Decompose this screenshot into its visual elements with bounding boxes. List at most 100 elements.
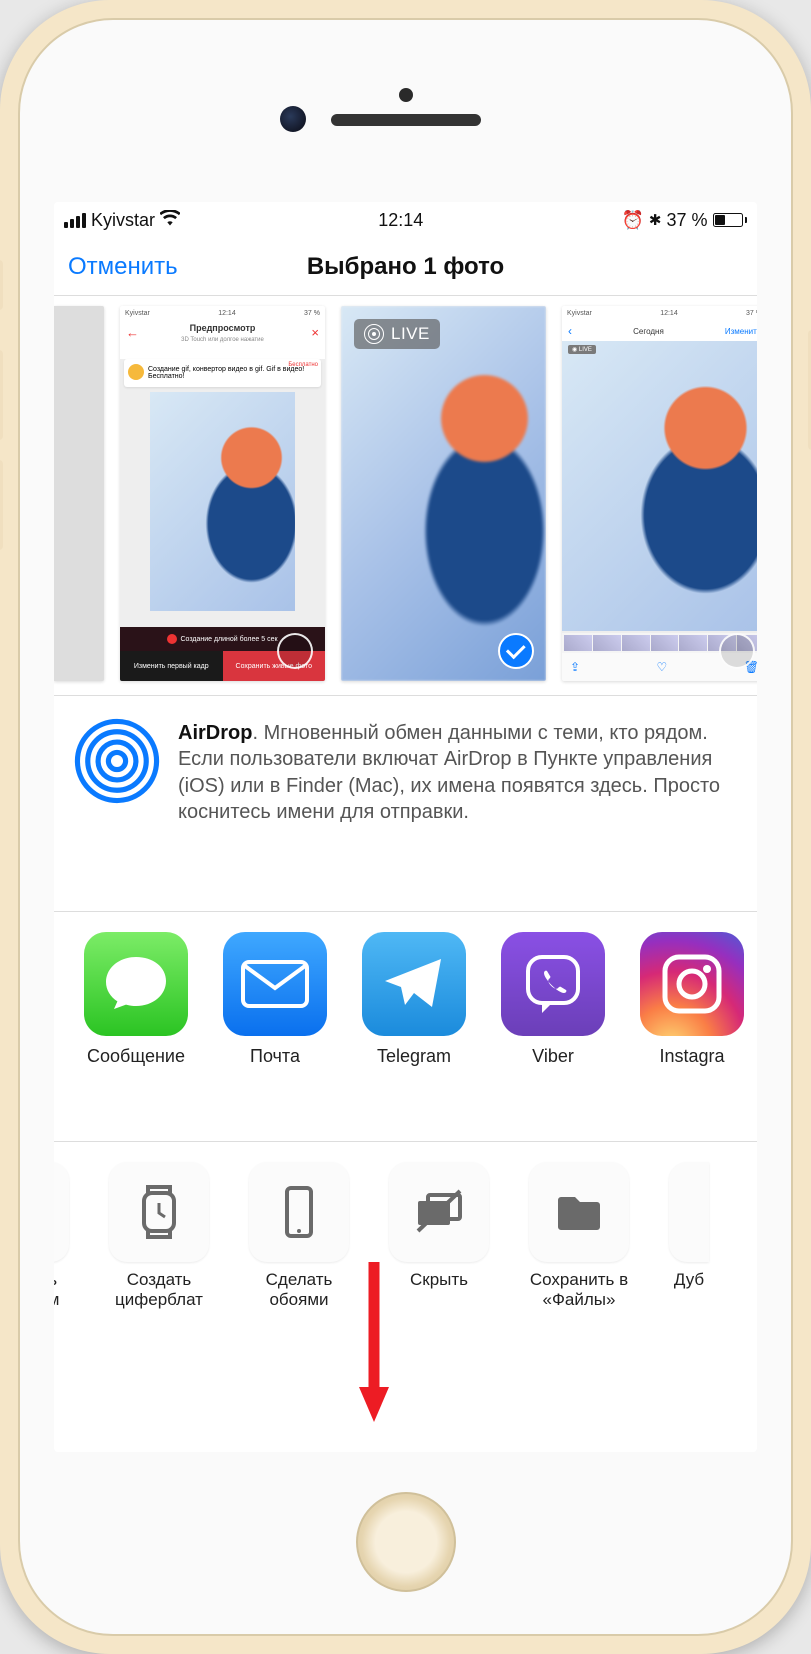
- watchface-icon: [109, 1162, 209, 1262]
- app-messages[interactable]: Сообщение: [84, 932, 188, 1127]
- folder-icon: [529, 1162, 629, 1262]
- home-button[interactable]: [356, 1492, 456, 1592]
- live-text: LIVE: [391, 324, 430, 344]
- live-ring-icon: [364, 324, 384, 344]
- live-badge: LIVE: [354, 319, 440, 349]
- battery-icon: [713, 213, 748, 227]
- app-messages-label: Сообщение: [87, 1046, 185, 1067]
- airdrop-icon: [74, 718, 160, 809]
- app-instagram[interactable]: Instagra: [640, 932, 744, 1127]
- mail-icon: [223, 932, 327, 1036]
- t3-heart-icon: ♡: [657, 660, 668, 674]
- share-apps-row[interactable]: Сообщение Почта Telegram: [54, 912, 757, 1142]
- clock: 12:14: [378, 210, 423, 231]
- app-mail-label: Почта: [250, 1046, 300, 1067]
- front-camera: [280, 106, 306, 132]
- action-duplicate-partial[interactable]: Дуб: [664, 1162, 714, 1358]
- bluetooth-icon: ✱: [649, 211, 662, 229]
- status-left: Kyivstar: [64, 210, 180, 231]
- proximity-sensor: [399, 88, 413, 102]
- airdrop-bold: AirDrop: [178, 722, 252, 744]
- t3-title: Сегодня: [633, 327, 664, 336]
- app-viber-label: Viber: [532, 1046, 574, 1067]
- t3-nav: ‹ Сегодня Изменить: [562, 321, 757, 341]
- photo-thumb-1[interactable]: Kyivstar 12:14 37 % ← Предпросмотр 3D To…: [120, 306, 325, 681]
- cancel-button[interactable]: Отменить: [68, 253, 178, 281]
- action-watchface-label: Создать циферблат: [115, 1270, 203, 1311]
- select-circle-3[interactable]: [719, 633, 755, 669]
- action-wallpaper-label: Сделать обоями: [266, 1270, 333, 1311]
- select-circle-2-checked[interactable]: [498, 633, 534, 669]
- photo-thumb-3[interactable]: Kyivstar 12:14 37 % ‹ Сегодня Изменить ◉…: [562, 306, 757, 681]
- screen: Kyivstar 12:14 ⏰ ✱ 37 % Отменить: [54, 202, 757, 1452]
- nav-title: Выбрано 1 фото: [307, 253, 504, 281]
- hide-icon: [389, 1162, 489, 1262]
- action-hide-label: Скрыть: [410, 1270, 468, 1290]
- t1-title: Предпросмотр: [190, 323, 256, 333]
- action-album-label: ить бом: [54, 1270, 59, 1311]
- duplicate-icon: [669, 1162, 709, 1262]
- t1-wallpaper-preview: [150, 392, 295, 611]
- t3-wallpaper: [562, 341, 757, 631]
- t1-foot-l: Изменить первый кадр: [120, 651, 223, 681]
- t3-live-badge: ◉ LIVE: [568, 345, 596, 354]
- t2-wallpaper: [341, 306, 546, 681]
- volume-down: [0, 460, 3, 550]
- photo-thumb-0[interactable]: [54, 306, 104, 681]
- iphone-device-frame: Kyivstar 12:14 ⏰ ✱ 37 % Отменить: [0, 0, 811, 1654]
- viber-icon: [501, 932, 605, 1036]
- device-bezel: Kyivstar 12:14 ⏰ ✱ 37 % Отменить: [18, 18, 793, 1636]
- instagram-icon: [640, 932, 744, 1036]
- nav-bar: Отменить Выбрано 1 фото: [54, 238, 757, 296]
- t3-status-r: 37 %: [746, 310, 757, 317]
- t1-sub: 3D Touch или долгое нажатие: [181, 337, 264, 343]
- wifi-icon: [160, 210, 180, 231]
- t1-close-icon: ×: [311, 325, 319, 340]
- t1-banner-text: Создание gif, конвертор видео в gif. Gif…: [148, 366, 318, 380]
- action-hide[interactable]: Скрыть: [384, 1162, 494, 1358]
- action-watchface[interactable]: Создать циферблат: [104, 1162, 214, 1358]
- carrier-label: Kyivstar: [91, 210, 155, 231]
- action-save-files[interactable]: Сохранить в «Файлы»: [524, 1162, 634, 1358]
- mute-switch: [0, 260, 3, 310]
- app-telegram[interactable]: Telegram: [362, 932, 466, 1127]
- app-telegram-label: Telegram: [377, 1046, 451, 1067]
- alarm-icon: ⏰: [621, 210, 643, 231]
- t1-status-c: 12:14: [218, 310, 236, 317]
- select-circle-1[interactable]: [277, 633, 313, 669]
- t3-status-l: Kyivstar: [567, 310, 592, 317]
- signal-icon: [64, 213, 86, 228]
- status-bar: Kyivstar 12:14 ⏰ ✱ 37 %: [54, 202, 757, 238]
- battery-percent: 37 %: [666, 210, 707, 231]
- add-album-icon: [54, 1162, 69, 1262]
- app-viber[interactable]: Viber: [501, 932, 605, 1127]
- photo-thumb-2-selected[interactable]: LIVE: [341, 306, 546, 681]
- t1-banner: Создание gif, конвертор видео в gif. Gif…: [124, 359, 321, 387]
- action-set-wallpaper[interactable]: Сделать обоями: [244, 1162, 354, 1358]
- photo-selection-row[interactable]: Kyivstar 12:14 37 % ← Предпросмотр 3D To…: [54, 296, 757, 696]
- airdrop-body: . Мгновенный обмен данными с теми, кто р…: [178, 722, 720, 823]
- status-right: ⏰ ✱ 37 %: [621, 210, 747, 231]
- t1-status-r: 37 %: [304, 310, 320, 317]
- t3-back-icon: ‹: [568, 324, 572, 338]
- share-actions-row[interactable]: ить бом Создать циферблат Сделать обоями: [54, 1142, 757, 1372]
- messages-icon: [84, 932, 188, 1036]
- t3-edit: Изменить: [725, 327, 757, 336]
- volume-up: [0, 350, 3, 440]
- airdrop-section: AirDrop. Мгновенный обмен данными с теми…: [54, 696, 757, 912]
- t3-status-c: 12:14: [660, 310, 678, 317]
- app-mail[interactable]: Почта: [223, 932, 327, 1127]
- earpiece-speaker: [331, 114, 481, 126]
- t1-foot-mid-text: Создание длиной более 5 сек: [180, 636, 277, 643]
- app-instagram-label: Instagra: [659, 1046, 724, 1067]
- t3-share-icon: ⇪: [570, 660, 580, 674]
- t1-back-icon: ←: [126, 325, 139, 340]
- phone-icon: [249, 1162, 349, 1262]
- telegram-icon: [362, 932, 466, 1036]
- t1-status-l: Kyivstar: [125, 310, 150, 317]
- airdrop-text: AirDrop. Мгновенный обмен данными с теми…: [178, 718, 737, 826]
- t1-banner-free: Бесплатно: [288, 362, 318, 368]
- action-dup-label: Дуб: [674, 1270, 704, 1290]
- action-add-album-partial[interactable]: ить бом: [54, 1162, 74, 1358]
- action-files-label: Сохранить в «Файлы»: [530, 1270, 628, 1311]
